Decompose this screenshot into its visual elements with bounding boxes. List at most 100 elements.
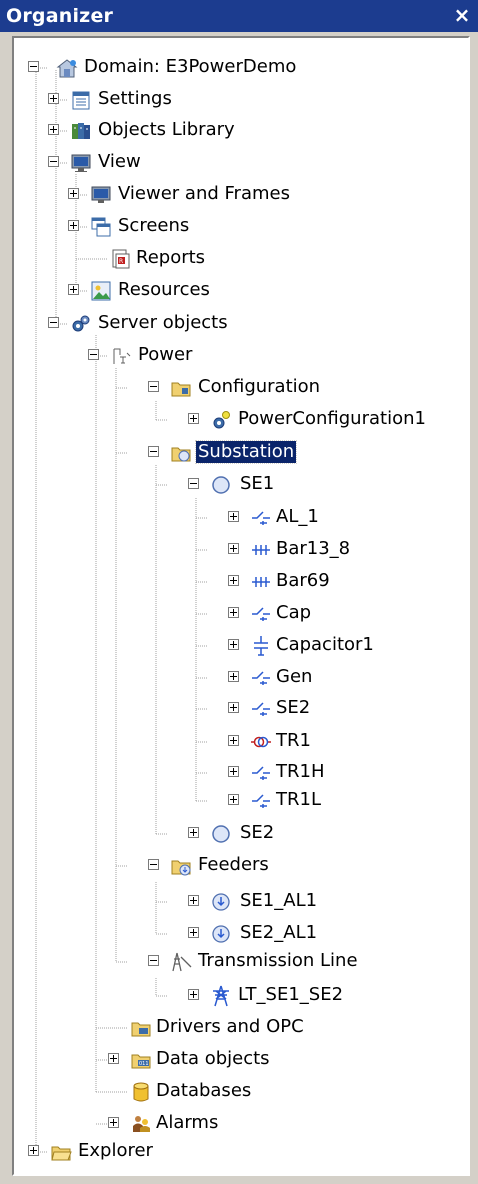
switch-icon (252, 702, 270, 716)
expand-toggle[interactable] (228, 766, 239, 777)
expand-toggle[interactable] (188, 895, 199, 906)
tree-label: LT_SE1_SE2 (238, 984, 344, 1005)
gear-bulb-icon (213, 411, 230, 429)
tree-label: Screens (118, 215, 190, 236)
tree-label: Domain: E3PowerDemo (84, 56, 297, 77)
expand-toggle[interactable] (228, 607, 239, 618)
expand-toggle[interactable] (188, 413, 199, 424)
gears-icon (72, 315, 90, 332)
folder-data-icon: 011 (131, 1054, 151, 1069)
folder-feeders-icon (171, 860, 191, 876)
collapse-toggle[interactable] (148, 381, 159, 392)
expand-toggle[interactable] (228, 671, 239, 682)
folder-substation-icon (171, 447, 191, 462)
collapse-toggle[interactable] (188, 478, 199, 489)
switch-icon (252, 607, 270, 621)
tree-label: Bar13_8 (276, 538, 351, 559)
screens-icon (91, 217, 111, 237)
substation-circle-icon (212, 825, 230, 843)
expand-toggle[interactable] (108, 1053, 119, 1064)
collapse-toggle[interactable] (148, 446, 159, 457)
tree-label: PowerConfiguration1 (238, 408, 426, 429)
folder-config-icon (171, 382, 191, 397)
tree-label: Capacitor1 (276, 634, 374, 655)
tree-label: Data objects (156, 1048, 270, 1069)
tree-label: Settings (98, 88, 172, 109)
collapse-toggle[interactable] (148, 955, 159, 966)
expand-toggle[interactable] (228, 702, 239, 713)
tree-label: Bar69 (276, 570, 330, 591)
collapse-toggle[interactable] (48, 317, 59, 328)
power-icon (113, 348, 131, 364)
tree-label: Reports (136, 247, 206, 268)
switch-icon (252, 511, 270, 525)
resources-icon (91, 281, 111, 301)
svg-text:011: 011 (139, 1061, 149, 1067)
expand-toggle[interactable] (28, 1145, 39, 1156)
monitor-icon (91, 186, 111, 203)
tree-label: SE2 (240, 822, 275, 843)
collapse-toggle[interactable] (48, 156, 59, 167)
svg-text:R: R (119, 258, 123, 265)
expand-toggle[interactable] (188, 989, 199, 1000)
expand-toggle[interactable] (188, 927, 199, 938)
expand-toggle[interactable] (188, 827, 199, 838)
tree-label: Resources (118, 279, 210, 300)
organizer-tree[interactable]: Domain: E3PowerDemo Settings Objects Lib… (12, 36, 470, 1176)
tree-label: Transmission Line (198, 950, 358, 971)
expand-toggle[interactable] (68, 188, 79, 199)
tree-label: SE2_AL1 (240, 922, 318, 943)
folder-explorer-icon (51, 1146, 72, 1161)
transformer-icon (251, 736, 271, 748)
tree-label: Explorer (78, 1140, 153, 1161)
expand-toggle[interactable] (48, 93, 59, 104)
title-bar: Organizer × (0, 0, 478, 32)
tree-label: SE1_AL1 (240, 890, 318, 911)
feeder-icon (212, 925, 230, 943)
transmission-tower-icon (213, 985, 229, 1007)
tree-label: TR1L (276, 789, 321, 810)
expand-toggle[interactable] (228, 735, 239, 746)
expand-toggle[interactable] (228, 794, 239, 805)
tree-label: Server objects (98, 312, 228, 333)
folder-drivers-icon (131, 1022, 151, 1037)
tree-label: View (98, 151, 141, 172)
settings-icon (72, 91, 90, 110)
tree-label: TR1H (276, 761, 325, 782)
tree-label: Drivers and OPC (156, 1016, 304, 1037)
tree-label: TR1 (276, 730, 311, 751)
expand-toggle[interactable] (68, 284, 79, 295)
reports-icon: R (112, 249, 130, 269)
tree-label-selected: Substation (194, 440, 298, 464)
collapse-toggle[interactable] (28, 61, 39, 72)
expand-toggle[interactable] (228, 639, 239, 650)
expand-toggle[interactable] (228, 543, 239, 554)
substation-circle-icon (212, 476, 230, 494)
window-title: Organizer (6, 5, 114, 27)
tree-label: SE2 (276, 697, 311, 718)
busbar-icon (252, 545, 270, 555)
tree-label: Power (138, 344, 193, 365)
tree-label: Databases (156, 1080, 252, 1101)
expand-toggle[interactable] (48, 124, 59, 135)
objects-library-icon (72, 123, 90, 139)
tree-label: AL_1 (276, 506, 319, 527)
expand-toggle[interactable] (68, 220, 79, 231)
collapse-toggle[interactable] (88, 349, 99, 360)
collapse-toggle[interactable] (148, 859, 159, 870)
tree-label: Objects Library (98, 119, 235, 140)
tree-label: Feeders (198, 854, 269, 875)
close-button[interactable]: × (452, 3, 472, 27)
tree-label: Configuration (198, 376, 321, 397)
switch-icon (252, 671, 270, 685)
alarms-icon (133, 1116, 150, 1132)
tree-label: SE1 (240, 473, 275, 494)
tree-label: Gen (276, 666, 313, 687)
busbar-icon (252, 577, 270, 587)
expand-toggle[interactable] (228, 575, 239, 586)
expand-toggle[interactable] (228, 511, 239, 522)
switch-icon (252, 766, 270, 780)
domain-icon (56, 59, 78, 78)
expand-toggle[interactable] (108, 1117, 119, 1128)
monitor-icon (71, 154, 91, 172)
